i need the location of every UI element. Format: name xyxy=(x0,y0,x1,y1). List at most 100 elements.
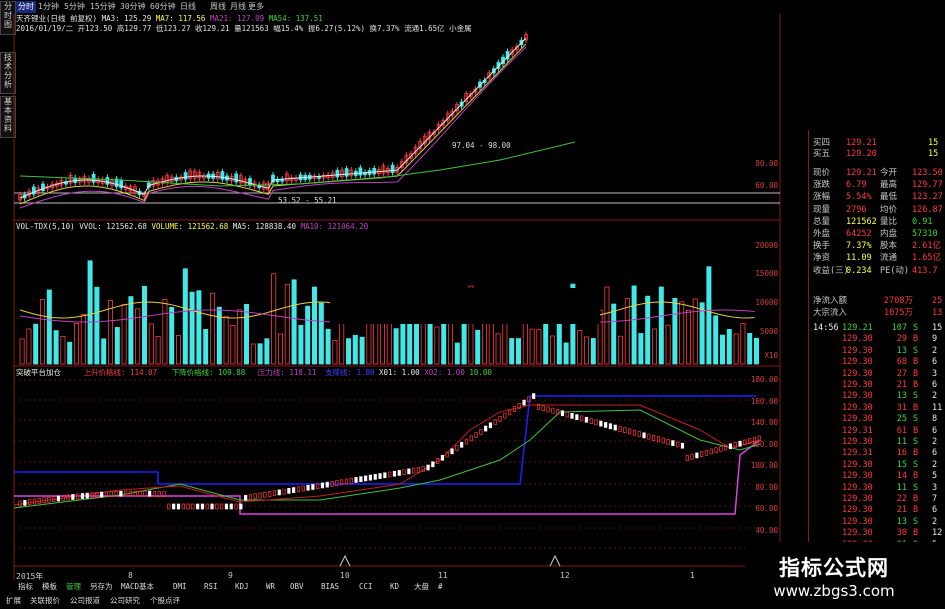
volume-bar xyxy=(686,309,692,365)
volume-bar xyxy=(60,335,66,365)
ind-candle xyxy=(56,495,61,502)
vol-ma10-value: MA10: 121064.20 xyxy=(300,222,369,231)
ind-tick: 60.00 xyxy=(755,504,778,513)
ind-candle xyxy=(378,473,382,479)
ind-candle xyxy=(100,491,104,498)
ind-candle xyxy=(368,474,373,481)
ind-candle xyxy=(560,410,565,417)
time-label: 9 xyxy=(228,571,233,580)
ind-candle xyxy=(628,428,632,435)
ind-candle xyxy=(258,492,262,499)
ind-candle xyxy=(335,480,339,486)
ind-candle xyxy=(392,470,397,477)
volume-bar xyxy=(604,286,610,365)
vol-tick: 5000 xyxy=(759,327,778,336)
bottom-tab[interactable]: DMI xyxy=(171,582,189,592)
ind-candle xyxy=(546,406,550,413)
ind-candle xyxy=(205,503,209,510)
volume-bar xyxy=(352,334,358,365)
bottom-tab[interactable]: BIAS xyxy=(319,582,341,592)
ind-candle xyxy=(85,492,89,499)
bottom-tab-2[interactable]: 关联报价 xyxy=(28,596,62,606)
volume-bar xyxy=(169,306,175,365)
bottom-tab[interactable]: RSI xyxy=(202,582,220,592)
volume-bar xyxy=(345,338,351,365)
volume-bar xyxy=(67,341,73,365)
bottom-tab[interactable]: # xyxy=(436,582,445,592)
volume-bar xyxy=(563,342,569,365)
blue-pressure-line xyxy=(14,395,756,485)
ind-candle xyxy=(460,441,464,448)
ind-candle xyxy=(301,485,305,492)
volume-bar xyxy=(692,298,698,365)
bottom-tab[interactable]: KD xyxy=(388,582,401,592)
ind-candle xyxy=(263,491,267,498)
ind-candle xyxy=(402,469,406,476)
marker-triangle xyxy=(339,554,351,567)
ind-candle xyxy=(287,488,291,494)
volume-bar xyxy=(108,300,114,365)
volume-bar xyxy=(318,302,324,365)
volume-bar xyxy=(162,299,168,365)
volume-bar xyxy=(250,343,256,365)
bottom-tab[interactable]: CCI xyxy=(357,582,375,592)
volume-bar xyxy=(679,301,685,365)
ind-candle xyxy=(522,399,526,406)
time-label: 11 xyxy=(438,571,448,580)
ind-candle xyxy=(498,415,502,422)
time-label: 8 xyxy=(128,571,133,580)
bottom-tab-2[interactable]: 公司报道 xyxy=(68,596,102,606)
ind-candle xyxy=(450,448,454,455)
ind-candle xyxy=(325,481,329,488)
bottom-tab-2[interactable]: 扩展 xyxy=(4,596,23,606)
bottom-tab-2[interactable]: 公司研究 xyxy=(108,596,142,606)
time-label: 12 xyxy=(560,571,570,580)
ind-candle xyxy=(738,440,742,447)
ind-candle xyxy=(388,471,392,478)
bottom-tab[interactable]: MACD基本 xyxy=(119,582,156,592)
volume-bar xyxy=(618,335,624,365)
volume-gap xyxy=(330,288,600,324)
ind-candle xyxy=(272,490,277,497)
bottom-tab[interactable]: KDJ xyxy=(233,582,251,592)
volume-bar xyxy=(699,302,705,365)
ind-candle xyxy=(320,482,325,489)
kline-chart[interactable] xyxy=(0,0,945,609)
pressure-line: 压力线: 118.11 xyxy=(257,368,317,377)
time-label: 1 xyxy=(690,571,695,580)
ind-candle xyxy=(642,432,646,439)
ind-candle xyxy=(354,477,358,483)
ind-candle xyxy=(584,416,589,423)
time-label: 2015年 xyxy=(16,572,44,581)
volume-bar xyxy=(264,338,270,365)
bottom-tab[interactable]: 管理 xyxy=(64,582,83,592)
volume-bar xyxy=(740,323,746,365)
volume-bar xyxy=(148,323,154,365)
ind-candle xyxy=(239,503,243,510)
ind-candle xyxy=(680,442,685,449)
bottom-tab-2[interactable]: 个股点评 xyxy=(148,596,182,606)
bottom-tab[interactable]: WR xyxy=(264,582,277,592)
bottom-tab[interactable]: 指标 xyxy=(16,582,35,592)
volume-bar xyxy=(475,329,481,365)
volume-bar xyxy=(74,322,80,365)
bottom-tab[interactable]: 另存为 xyxy=(88,582,115,592)
ind-candle xyxy=(488,422,493,429)
bottom-tab[interactable]: 模板 xyxy=(40,582,59,592)
indicator-header: 突破平台加仓 上升价格线: 114.07 下降价格线: 109.88 压力线: … xyxy=(16,368,492,378)
bottom-tab[interactable]: OBV xyxy=(288,582,306,592)
ind-tick: 80.00 xyxy=(755,482,778,492)
ind-candle xyxy=(292,487,296,493)
ind-candle xyxy=(412,467,416,474)
ind-candle xyxy=(18,500,22,507)
volume-bar xyxy=(726,329,732,365)
ind-candle xyxy=(224,503,229,510)
volume-bar xyxy=(175,335,181,365)
volume-bar xyxy=(665,324,671,365)
bottom-tab[interactable]: 大盘 xyxy=(412,582,431,592)
volume-bar xyxy=(509,338,515,365)
ind-candle xyxy=(172,503,176,510)
volume-bar xyxy=(203,328,209,365)
ind-candle xyxy=(700,451,704,457)
volume-bar xyxy=(550,335,556,365)
